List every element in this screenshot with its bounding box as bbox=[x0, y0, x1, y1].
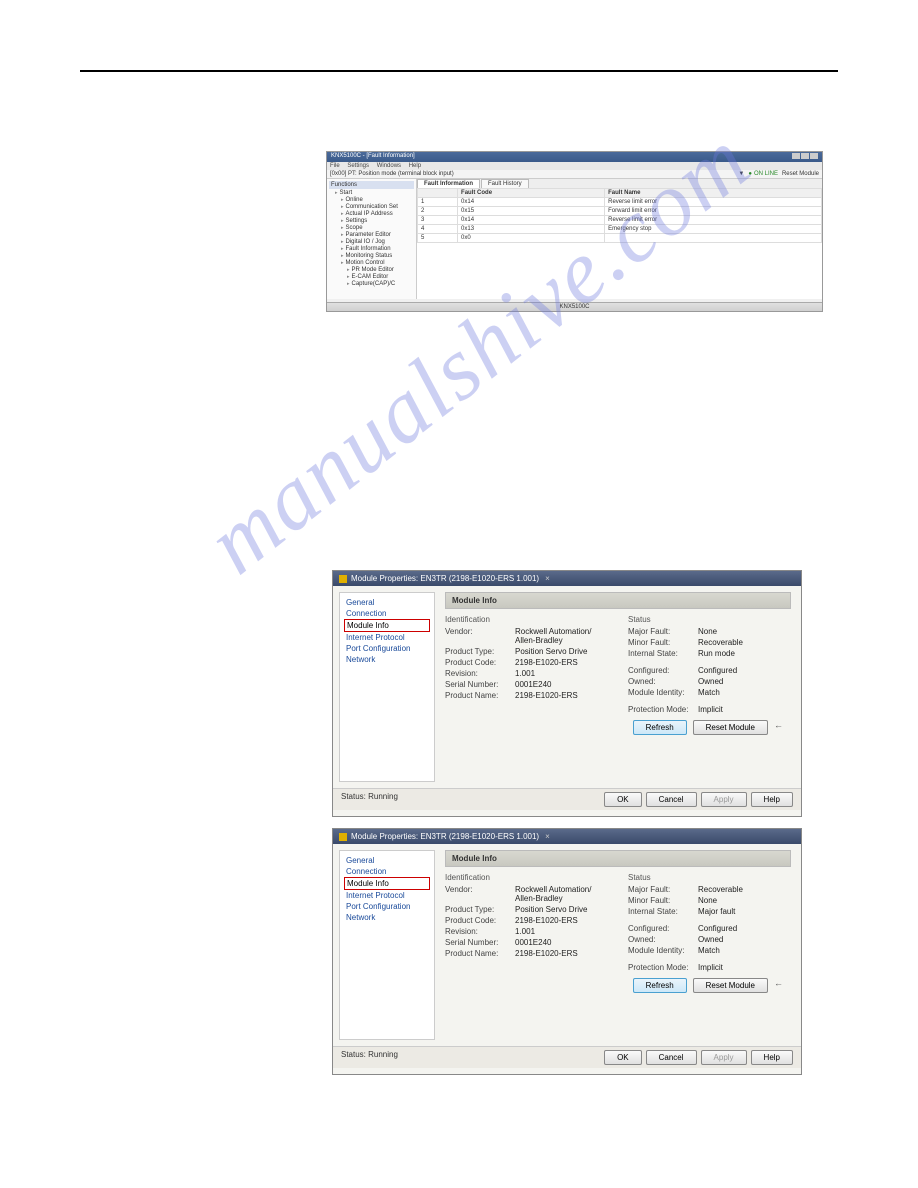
reset-module-link[interactable]: Reset Module bbox=[782, 171, 819, 177]
tree-item[interactable]: Fault Information bbox=[341, 245, 414, 252]
tree-start[interactable]: Start bbox=[335, 189, 414, 196]
status-text: Status: Running bbox=[341, 792, 398, 807]
status-text: Status: Running bbox=[341, 1050, 398, 1065]
module-icon bbox=[339, 575, 347, 583]
reset-module-button[interactable]: Reset Module bbox=[693, 720, 768, 735]
dialog-sidebar[interactable]: General Connection Module Info Internet … bbox=[339, 592, 435, 782]
tree-item[interactable]: Communication Set bbox=[341, 203, 414, 210]
side-connection[interactable]: Connection bbox=[344, 866, 430, 877]
tree-item[interactable]: Digital IO / Jog bbox=[341, 238, 414, 245]
side-network[interactable]: Network bbox=[344, 912, 430, 923]
fault-info-window: KNX5100C - [Fault Information] File Sett… bbox=[326, 151, 823, 312]
status-label: Status bbox=[628, 615, 791, 624]
table-row: 30x14Reverse limit error bbox=[418, 216, 822, 225]
dialog-title: Module Properties: EN3TR (2198-E1020-ERS… bbox=[351, 832, 539, 841]
dialog-status-bar: Status: Running OK Cancel Apply Help bbox=[333, 1046, 801, 1068]
cancel-button[interactable]: Cancel bbox=[646, 792, 697, 807]
mode-dropdown[interactable]: [0x00] PT: Position mode (terminal block… bbox=[330, 171, 738, 177]
cancel-button[interactable]: Cancel bbox=[646, 1050, 697, 1065]
menu-bar[interactable]: File Settings Windows Help bbox=[327, 162, 822, 170]
tree-item[interactable]: Online bbox=[341, 196, 414, 203]
table-row: 10x14Reverse limit error bbox=[418, 198, 822, 207]
dialog-titlebar: Module Properties: EN3TR (2198-E1020-ERS… bbox=[333, 571, 801, 586]
help-button[interactable]: Help bbox=[751, 792, 793, 807]
tree-header: Functions bbox=[329, 181, 414, 189]
dialog-sidebar[interactable]: General Connection Module Info Internet … bbox=[339, 850, 435, 1040]
refresh-button[interactable]: Refresh bbox=[633, 720, 687, 735]
side-internet-protocol[interactable]: Internet Protocol bbox=[344, 632, 430, 643]
side-general[interactable]: General bbox=[344, 855, 430, 866]
col-idx bbox=[418, 189, 458, 198]
arrow-icon: ← bbox=[774, 720, 783, 735]
panel-header: Module Info bbox=[445, 592, 791, 609]
help-button[interactable]: Help bbox=[751, 1050, 793, 1065]
status-bar: KNX5100C bbox=[327, 302, 822, 311]
col-name: Fault Name bbox=[605, 189, 822, 198]
refresh-button[interactable]: Refresh bbox=[633, 978, 687, 993]
tree-item[interactable]: Scope bbox=[341, 224, 414, 231]
page-rule bbox=[80, 70, 838, 72]
table-row: 20x15Forward limit error bbox=[418, 207, 822, 216]
tree-motion[interactable]: Motion Control bbox=[341, 259, 414, 266]
side-network[interactable]: Network bbox=[344, 654, 430, 665]
menu-windows[interactable]: Windows bbox=[377, 163, 401, 169]
toolbar: [0x00] PT: Position mode (terminal block… bbox=[327, 170, 822, 179]
tree-item[interactable]: Monitoring Status bbox=[341, 252, 414, 259]
ok-button[interactable]: OK bbox=[604, 792, 642, 807]
module-icon bbox=[339, 833, 347, 841]
identification-label: Identification bbox=[445, 873, 608, 882]
window-titlebar: KNX5100C - [Fault Information] bbox=[327, 152, 822, 162]
side-module-info[interactable]: Module Info bbox=[344, 619, 430, 632]
table-row: 40x13Emergency stop bbox=[418, 225, 822, 234]
window-controls[interactable] bbox=[791, 153, 818, 161]
menu-settings[interactable]: Settings bbox=[347, 163, 369, 169]
fault-pane: Fault Information Fault History Fault Co… bbox=[417, 179, 822, 299]
tree-item[interactable]: PR Mode Editor bbox=[347, 266, 414, 273]
tree-item[interactable]: E-CAM Editor bbox=[347, 273, 414, 280]
online-indicator: ON LINE bbox=[748, 171, 778, 177]
ok-button[interactable]: OK bbox=[604, 1050, 642, 1065]
dialog-titlebar: Module Properties: EN3TR (2198-E1020-ERS… bbox=[333, 829, 801, 844]
tree-item[interactable]: Actual IP Address bbox=[341, 210, 414, 217]
fault-table: Fault Code Fault Name 10x14Reverse limit… bbox=[417, 188, 822, 243]
identification-label: Identification bbox=[445, 615, 608, 624]
tree-item[interactable]: Settings bbox=[341, 217, 414, 224]
side-port-config[interactable]: Port Configuration bbox=[344, 643, 430, 654]
apply-button[interactable]: Apply bbox=[701, 1050, 747, 1065]
menu-file[interactable]: File bbox=[330, 163, 340, 169]
status-label: Status bbox=[628, 873, 791, 882]
reset-module-button[interactable]: Reset Module bbox=[693, 978, 768, 993]
dialog-status-bar: Status: Running OK Cancel Apply Help bbox=[333, 788, 801, 810]
side-general[interactable]: General bbox=[344, 597, 430, 608]
side-connection[interactable]: Connection bbox=[344, 608, 430, 619]
side-port-config[interactable]: Port Configuration bbox=[344, 901, 430, 912]
close-icon[interactable]: × bbox=[545, 574, 550, 583]
close-icon[interactable]: × bbox=[545, 832, 550, 841]
table-row: 50x0 bbox=[418, 234, 822, 243]
apply-button[interactable]: Apply bbox=[701, 792, 747, 807]
dialog-main: Module Info Identification Vendor:Rockwe… bbox=[435, 586, 801, 788]
module-properties-dialog-1: Module Properties: EN3TR (2198-E1020-ERS… bbox=[332, 570, 802, 817]
dialog-title: Module Properties: EN3TR (2198-E1020-ERS… bbox=[351, 574, 539, 583]
tree-item[interactable]: Parameter Editor bbox=[341, 231, 414, 238]
arrow-icon: ← bbox=[774, 978, 783, 993]
menu-help[interactable]: Help bbox=[409, 163, 421, 169]
window-title: KNX5100C - [Fault Information] bbox=[331, 153, 415, 161]
tree-item[interactable]: Capture(CAP)/C bbox=[347, 280, 414, 287]
side-internet-protocol[interactable]: Internet Protocol bbox=[344, 890, 430, 901]
tab-fault-history[interactable]: Fault History bbox=[481, 179, 529, 188]
tab-fault-info[interactable]: Fault Information bbox=[417, 179, 480, 188]
function-tree[interactable]: Functions Start Online Communication Set… bbox=[327, 179, 417, 299]
dialog-main: Module Info Identification Vendor:Rockwe… bbox=[435, 844, 801, 1046]
side-module-info[interactable]: Module Info bbox=[344, 877, 430, 890]
module-properties-dialog-2: Module Properties: EN3TR (2198-E1020-ERS… bbox=[332, 828, 802, 1075]
col-code: Fault Code bbox=[458, 189, 605, 198]
panel-header: Module Info bbox=[445, 850, 791, 867]
